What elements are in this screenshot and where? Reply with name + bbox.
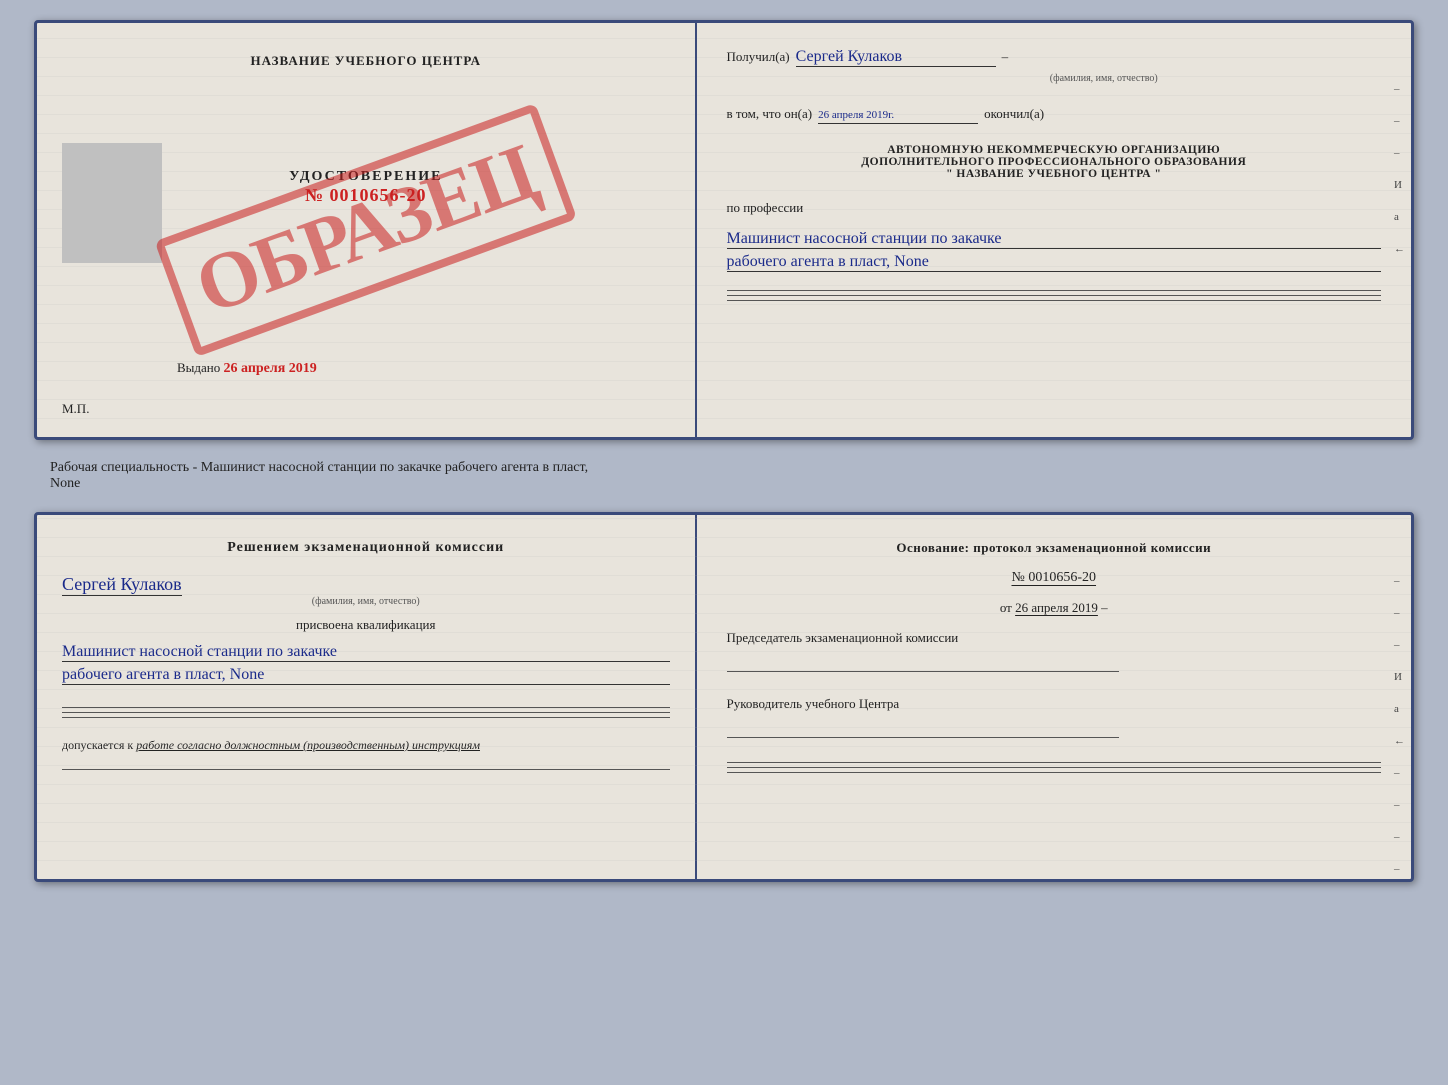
komissia-title: Решением экзаменационной комиссии [62, 540, 670, 556]
between-text: Рабочая специальность - Машинист насосно… [50, 460, 588, 476]
vtom-row: в том, что он(а) 26 апреля 2019г. окончи… [727, 106, 1381, 124]
photo-placeholder [62, 143, 162, 263]
bottom-document: Решением экзаменационной комиссии Сергей… [34, 512, 1414, 882]
predsedatel-line [727, 654, 1120, 672]
right-side-marks: – – – И а ← [1394, 83, 1405, 255]
protocol-number: № 0010656-20 [727, 570, 1381, 586]
sep-line-2 [727, 295, 1381, 296]
dopuskaetsya-italic-text: работе согласно должностным (производств… [136, 738, 480, 752]
vtom-date: 26 апреля 2019г. [818, 109, 978, 124]
bottom-profession-line1: Машинист насосной станции по закачке [62, 643, 670, 662]
mark-arrow-b: ← [1394, 735, 1405, 747]
separator-lines-bottom-left [62, 707, 670, 718]
bottom-left-panel: Решением экзаменационной комиссии Сергей… [37, 515, 697, 879]
prisvoena-label: присвоена квалификация [62, 617, 670, 633]
familiya-label-top: (фамилия, имя, отчество) [827, 73, 1381, 84]
sep-line-r2 [727, 767, 1381, 768]
org-line3: " НАЗВАНИЕ УЧЕБНОГО ЦЕНТРА " [727, 168, 1381, 180]
top-right-panel: – – – И а ← Получил(а) Сергей Кулаков – … [697, 23, 1411, 437]
predsedatel-block: Председатель экзаменационной комиссии [727, 630, 1381, 672]
komissia-name-block: Сергей Кулаков (фамилия, имя, отчество) [62, 574, 670, 607]
dopuskaetsya-label: допускается к [62, 738, 133, 752]
bottom-profession-block: Машинист насосной станции по закачке раб… [62, 643, 670, 689]
rukovoditel-label: Руководитель учебного Центра [727, 696, 1381, 712]
rukovoditel-line [727, 720, 1120, 738]
udostoverenie-block: УДОСТОВЕРЕНИЕ № 0010656-20 [289, 169, 442, 206]
poluchil-name: Сергей Кулаков [796, 48, 996, 67]
profession-line1: Машинист насосной станции по закачке [727, 230, 1381, 249]
dopuskaetsya-row: допускается к работе согласно должностны… [62, 738, 670, 753]
mark-i: И [1394, 179, 1405, 191]
osnovaniye-label: Основание: протокол экзаменационной коми… [727, 540, 1381, 556]
po-professii-label: по профессии [727, 200, 1381, 216]
komissia-name: Сергей Кулаков [62, 574, 182, 596]
sep-line-b3 [62, 717, 670, 718]
separator-lines-bottom-left2 [62, 769, 670, 770]
poluchil-row: Получил(а) Сергей Кулаков – [727, 48, 1381, 67]
bottom-right-side-marks: – – – И а ← – – – – [1394, 575, 1405, 875]
rukovoditel-block: Руководитель учебного Центра [727, 696, 1381, 738]
dash1: – [1002, 49, 1009, 65]
mark-arrow: ← [1394, 243, 1405, 255]
org-block: АВТОНОМНУЮ НЕКОММЕРЧЕСКУЮ ОРГАНИЗАЦИЮ ДО… [727, 144, 1381, 180]
top-doc-title: НАЗВАНИЕ УЧЕБНОГО ЦЕНТРА [250, 53, 481, 69]
protocol-date: от 26 апреля 2019 – [727, 600, 1381, 616]
vydano-date: 26 апреля 2019 [224, 361, 317, 376]
sep-line-b4 [62, 769, 670, 770]
vtom-label: в том, что он(а) [727, 106, 813, 122]
between-text2: None [50, 476, 588, 492]
okonchil-label: окончил(а) [984, 106, 1044, 122]
sep-line-r3 [727, 772, 1381, 773]
profession-block: Машинист насосной станции по закачке раб… [727, 230, 1381, 276]
dash-protocol: – [1101, 600, 1108, 615]
mark-a-b: а [1394, 703, 1405, 715]
vydano-label: Выдано [177, 360, 220, 375]
udostoverenie-number: № 0010656-20 [289, 185, 442, 206]
bottom-right-panel: – – – И а ← – – – – Основание: протокол … [697, 515, 1411, 879]
profession-line2: рабочего агента в пласт, None [727, 253, 1381, 272]
top-left-panel: НАЗВАНИЕ УЧЕБНОГО ЦЕНТРА ОБРАЗЕЦ УДОСТОВ… [37, 23, 697, 437]
separator-lines-bottom-right [727, 762, 1381, 773]
ot-date: 26 апреля 2019 [1015, 600, 1098, 615]
sep-line-r1 [727, 762, 1381, 763]
top-document: НАЗВАНИЕ УЧЕБНОГО ЦЕНТРА ОБРАЗЕЦ УДОСТОВ… [34, 20, 1414, 440]
sep-line-3 [727, 300, 1381, 301]
komissia-familiya-label: (фамилия, имя, отчество) [62, 596, 670, 607]
udostoverenie-label: УДОСТОВЕРЕНИЕ [289, 169, 442, 185]
mp-line: М.П. [62, 401, 89, 417]
bottom-profession-line2: рабочего агента в пласт, None [62, 666, 670, 685]
poluchil-label: Получил(а) [727, 49, 790, 65]
separator-lines-top [727, 290, 1381, 301]
mark-i-b: И [1394, 671, 1405, 683]
org-line1: АВТОНОМНУЮ НЕКОММЕРЧЕСКУЮ ОРГАНИЗАЦИЮ [727, 144, 1381, 156]
sep-line-b1 [62, 707, 670, 708]
sep-line-b2 [62, 712, 670, 713]
predsedatel-label: Председатель экзаменационной комиссии [727, 630, 1381, 646]
ot-label: от [1000, 600, 1012, 615]
stamp-overlay: ОБРАЗЕЦ [154, 103, 577, 357]
sep-line-1 [727, 290, 1381, 291]
between-label: Рабочая специальность - Машинист насосно… [20, 460, 588, 492]
mark-a: а [1394, 211, 1405, 223]
vydano-line: Выдано 26 апреля 2019 [177, 360, 317, 377]
org-line2: ДОПОЛНИТЕЛЬНОГО ПРОФЕССИОНАЛЬНОГО ОБРАЗО… [727, 156, 1381, 168]
